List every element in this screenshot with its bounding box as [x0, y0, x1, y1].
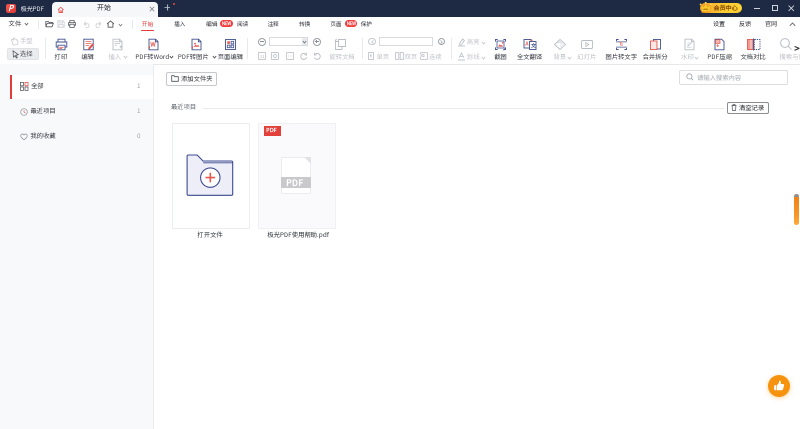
- svg-text:W: W: [149, 39, 156, 48]
- svg-text:11: 11: [259, 53, 264, 59]
- svg-text:A: A: [524, 40, 529, 47]
- svg-text:x: x: [687, 43, 689, 48]
